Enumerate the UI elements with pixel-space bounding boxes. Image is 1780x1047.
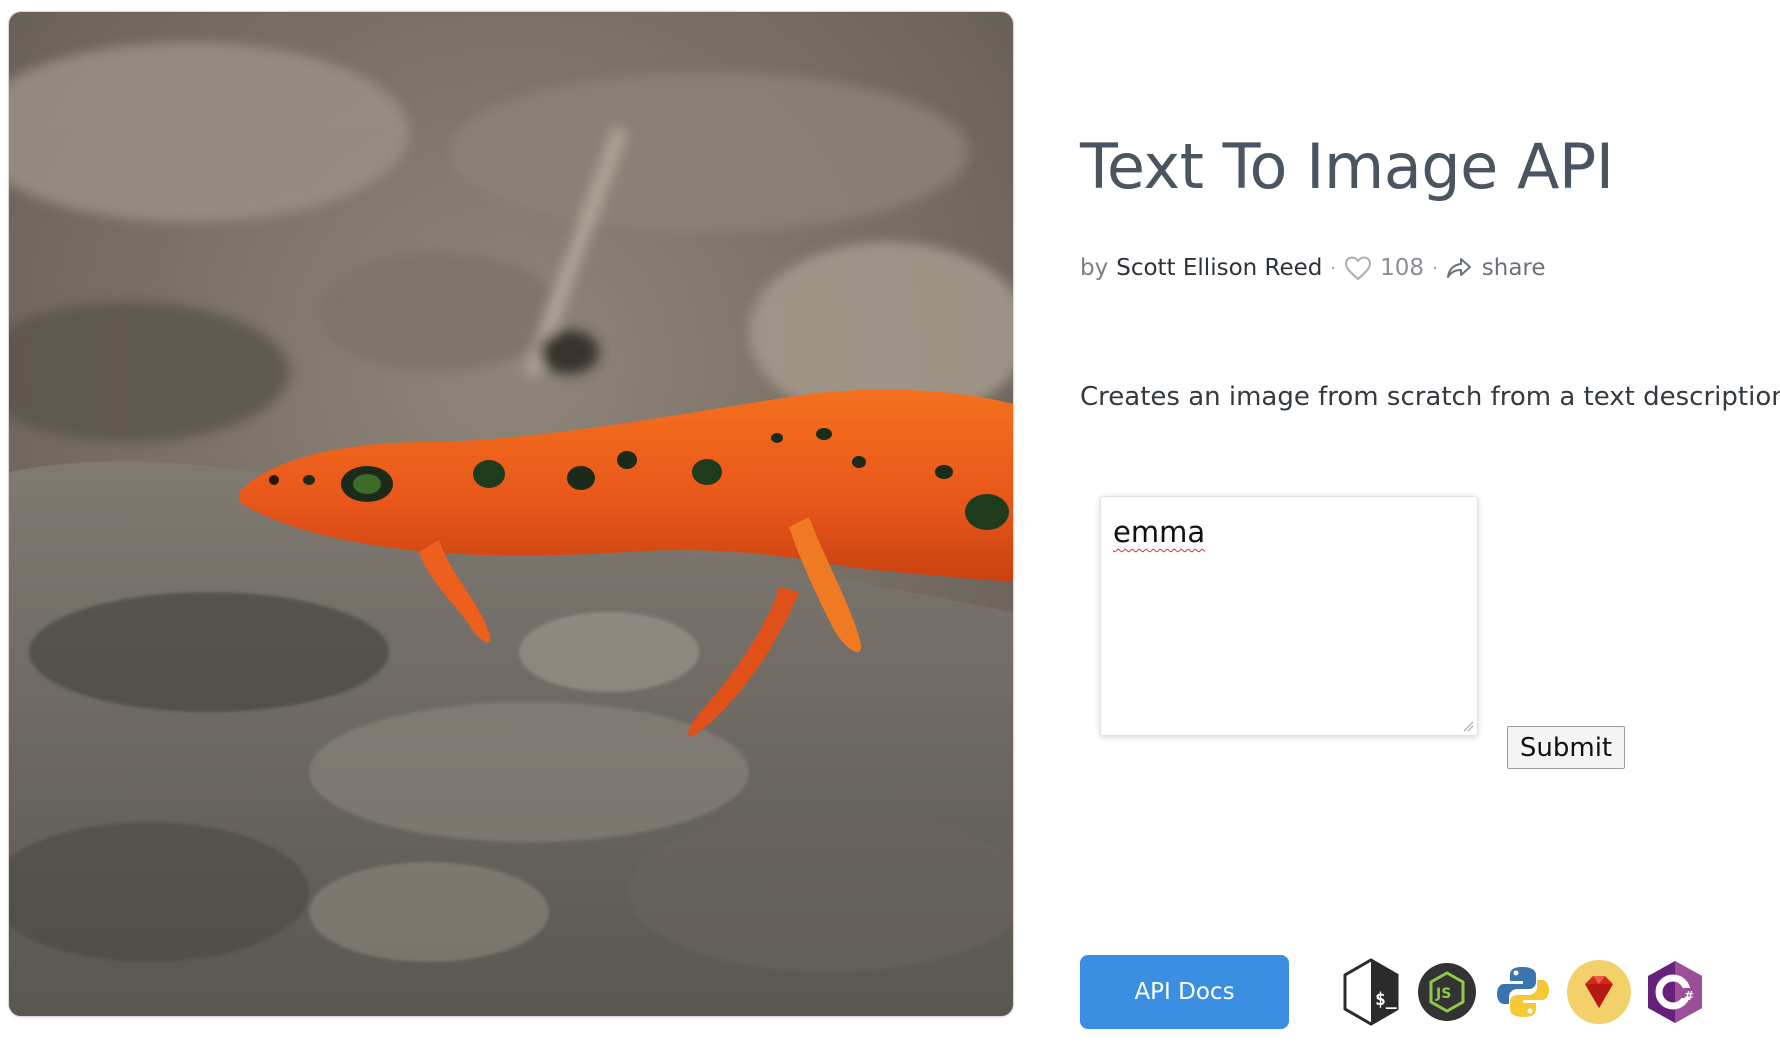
resize-grip-icon[interactable] xyxy=(1462,720,1474,732)
separator-dot: · xyxy=(1432,257,1438,279)
svg-text:$_: $_ xyxy=(1375,989,1397,1010)
csharp-icon[interactable]: # xyxy=(1641,958,1709,1026)
like-button[interactable]: 108 xyxy=(1344,255,1424,281)
page-title: Text To Image API xyxy=(1080,130,1614,203)
api-docs-button[interactable]: API Docs xyxy=(1080,955,1289,1029)
api-description: Creates an image from scratch from a tex… xyxy=(1080,382,1780,412)
submit-button[interactable]: Submit xyxy=(1507,726,1625,769)
byline-prefix: by xyxy=(1080,255,1109,281)
separator-dot: · xyxy=(1330,257,1337,279)
heart-icon xyxy=(1345,256,1372,281)
nodejs-icon[interactable]: JS xyxy=(1413,958,1481,1026)
page: Text To Image API by Scott Ellison Reed … xyxy=(0,0,1780,1047)
ruby-icon[interactable] xyxy=(1565,958,1633,1026)
newt-image xyxy=(9,12,1013,1016)
share-button[interactable]: share xyxy=(1446,255,1546,281)
author-link[interactable]: Scott Ellison Reed xyxy=(1116,255,1322,281)
share-icon xyxy=(1446,258,1471,278)
prompt-value: emma xyxy=(1113,515,1206,549)
prompt-textarea[interactable]: emma xyxy=(1100,496,1478,736)
svg-text:#: # xyxy=(1684,989,1694,1003)
like-count: 108 xyxy=(1380,255,1425,281)
svg-text:JS: JS xyxy=(1435,986,1451,1002)
bash-icon[interactable]: $_ xyxy=(1337,958,1405,1026)
language-icons: $_ JS # xyxy=(1337,955,1709,1029)
generated-image xyxy=(9,12,1013,1016)
byline: by Scott Ellison Reed · 108 · share xyxy=(1080,250,1546,286)
python-icon[interactable] xyxy=(1489,958,1557,1026)
share-label: share xyxy=(1481,255,1546,281)
